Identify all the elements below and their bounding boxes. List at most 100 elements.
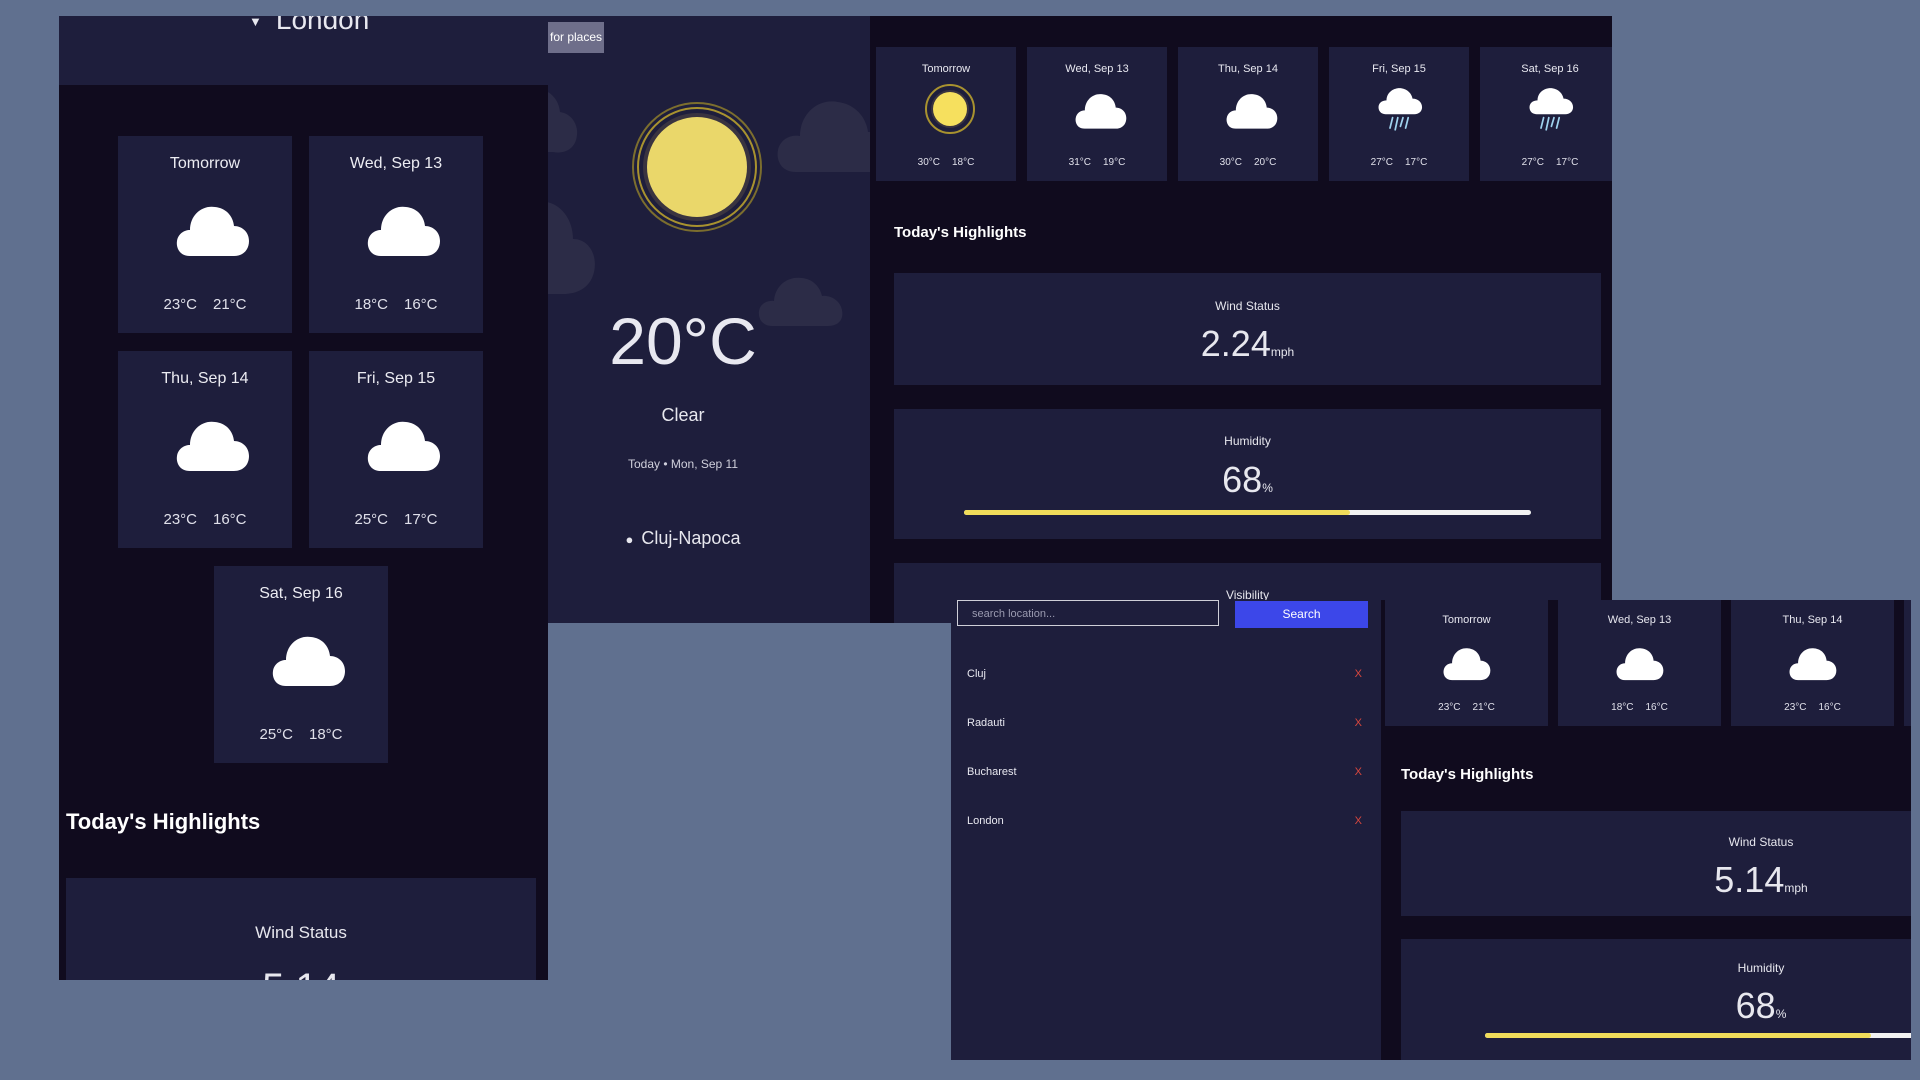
cloud-icon (1226, 83, 1278, 135)
forecast-temps: 23°C 16°C (1784, 702, 1841, 713)
cloud-icon (272, 628, 346, 688)
history-item-name: Bucharest (967, 766, 1017, 778)
sun-icon (632, 102, 762, 232)
forecast-card: Tomorrow 30°C 18°C (876, 47, 1016, 181)
forecast-highlights-panel: Tomorrow 30°C 18°C Wed, Sep 13 31°C 19°C T… (870, 16, 1612, 623)
forecast-card: Tomorrow 23°C 21°C (1385, 600, 1548, 726)
forecast-day: Thu, Sep 14 (161, 370, 249, 387)
forecast-temps: 30°C 18°C (917, 157, 975, 168)
current-date: Today • Mon, Sep 11 (627, 457, 739, 471)
highlights-title: Today's Highlights (66, 809, 261, 834)
forecast-day: Thu, Sep 14 (1782, 614, 1843, 626)
forecast-day: Fri, Sep 15 (1372, 63, 1426, 75)
wind-status-value: 5.14mph (1714, 859, 1808, 900)
search-panel: search location... Search Cluj X Radauti… (951, 600, 1381, 1060)
location-pin-icon: ● (625, 532, 634, 547)
forecast-card: Fri, Sep 15 25°C 17°C (309, 351, 483, 548)
current-temperature: 20°C (609, 304, 757, 378)
humidity-bar-fill (1485, 1033, 1871, 1038)
history-item[interactable]: Bucharest X (967, 766, 1362, 786)
background-cloud-icon (777, 101, 870, 172)
search-button[interactable]: Search (1235, 601, 1368, 628)
forecast-day: Thu, Sep 14 (1218, 63, 1278, 75)
search-places-button[interactable]: for places (548, 22, 604, 53)
wind-status-card: Wind Status 2.24mph (894, 273, 1601, 385)
wind-status-value: 5.14 (66, 966, 536, 980)
cloud-icon (176, 198, 250, 258)
cloud-icon (1443, 640, 1491, 684)
forecast-day: Sat, Sep 16 (259, 585, 343, 602)
remove-history-button[interactable]: X (1355, 766, 1362, 778)
forecast-day: Sat, Sep 16 (1521, 63, 1579, 75)
remove-history-button[interactable]: X (1355, 668, 1362, 680)
history-item[interactable]: Cluj X (967, 668, 1362, 688)
forecast-highlights-panel: Tomorrow 23°C 21°C Wed, Sep 13 18°C 16°C T… (1381, 600, 1911, 1060)
forecast-day: Tomorrow (1442, 614, 1491, 626)
search-location-input[interactable]: search location... (957, 600, 1219, 626)
rain-cloud-icon (1528, 83, 1580, 135)
humidity-label: Humidity (1737, 961, 1785, 975)
forecast-temps: 27°C 17°C (1521, 157, 1579, 168)
humidity-bar (964, 510, 1531, 515)
forecast-temps: 31°C 19°C (1068, 157, 1126, 168)
wind-status-value: 2.24mph (1200, 323, 1295, 364)
forecast-card: Wed, Sep 13 18°C 16°C (309, 136, 483, 333)
cloud-icon (1075, 83, 1127, 135)
today-weather-panel: for places 20°C Clear Today • Mon, Sep 1… (548, 16, 870, 623)
forecast-temps: 18°C 16°C (1611, 702, 1668, 713)
humidity-label: Humidity (1224, 434, 1271, 448)
humidity-value: 68% (1222, 459, 1273, 500)
forecast-temps: 25°C 17°C (354, 511, 438, 528)
current-location: ● Cluj-Napoca (625, 528, 741, 548)
forecast-day: Fri, Sep 15 (356, 370, 436, 387)
wind-status-card: Wind Status 5.14 (66, 878, 536, 980)
forecast-card: Wed, Sep 13 31°C 19°C (1027, 47, 1167, 181)
remove-history-button[interactable]: X (1355, 717, 1362, 729)
forecast-card: Wed, Sep 13 18°C 16°C (1558, 600, 1721, 726)
forecast-card: Sat, Sep 16 27°C 17°C (1480, 47, 1612, 181)
cloud-icon (367, 413, 441, 473)
forecast-day: Wed, Sep 13 (1065, 63, 1129, 75)
cloud-icon (367, 198, 441, 258)
location-header: ▼ London (59, 16, 548, 85)
sun-icon (925, 84, 975, 134)
forecast-day: Wed, Sep 13 (1607, 614, 1672, 626)
wind-status-label: Wind Status (1215, 299, 1280, 313)
mobile-weather-panel: ▼ London Tomorrow 23°C 21°C Wed, Sep 13 18… (59, 16, 548, 980)
humidity-bar (1485, 1033, 1911, 1038)
forecast-temps: 23°C 21°C (163, 296, 247, 313)
forecast-day: Tomorrow (921, 63, 971, 75)
humidity-bar-fill (964, 510, 1350, 515)
forecast-temps: 23°C 16°C (163, 511, 247, 528)
wind-status-label: Wind Status (1728, 835, 1794, 849)
weather-condition: Clear (661, 405, 705, 425)
caret-down-icon: ▼ (249, 16, 262, 30)
forecast-temps: 18°C 16°C (354, 296, 438, 313)
history-item[interactable]: Radauti X (967, 717, 1362, 737)
wind-status-card: Wind Status 5.14mph (1401, 811, 1911, 916)
forecast-temps: 25°C 18°C (259, 726, 343, 743)
humidity-value: 68% (1735, 985, 1787, 1026)
forecast-card: Tomorrow 23°C 21°C (118, 136, 292, 333)
background-cloud-icon (548, 202, 595, 294)
history-item[interactable]: London X (967, 815, 1362, 835)
cloud-icon (1616, 640, 1664, 684)
history-item-name: Radauti (967, 717, 1005, 729)
highlights-title: Today's Highlights (1401, 766, 1534, 783)
forecast-card: Fri, Sep 15 27°C 17°C (1329, 47, 1469, 181)
forecast-card: Thu, Sep 14 30°C 20°C (1178, 47, 1318, 181)
forecast-day: Tomorrow (169, 155, 241, 172)
forecast-temps: 27°C 17°C (1370, 157, 1428, 168)
humidity-card: Humidity 68% (1401, 939, 1911, 1060)
current-city[interactable]: ▼ London (249, 16, 369, 36)
humidity-card: Humidity 68% (894, 409, 1601, 539)
wind-status-label: Wind Status (255, 923, 347, 942)
forecast-card: Thu, Sep 14 23°C 16°C (118, 351, 292, 548)
forecast-card: Sat, Sep 16 25°C 18°C (214, 566, 388, 763)
forecast-day: Wed, Sep 13 (349, 155, 443, 172)
remove-history-button[interactable]: X (1355, 815, 1362, 827)
cloud-icon (1789, 640, 1837, 684)
forecast-temps: 30°C 20°C (1219, 157, 1277, 168)
highlights-title: Today's Highlights (894, 224, 1027, 241)
forecast-temps: 23°C 21°C (1438, 702, 1495, 713)
